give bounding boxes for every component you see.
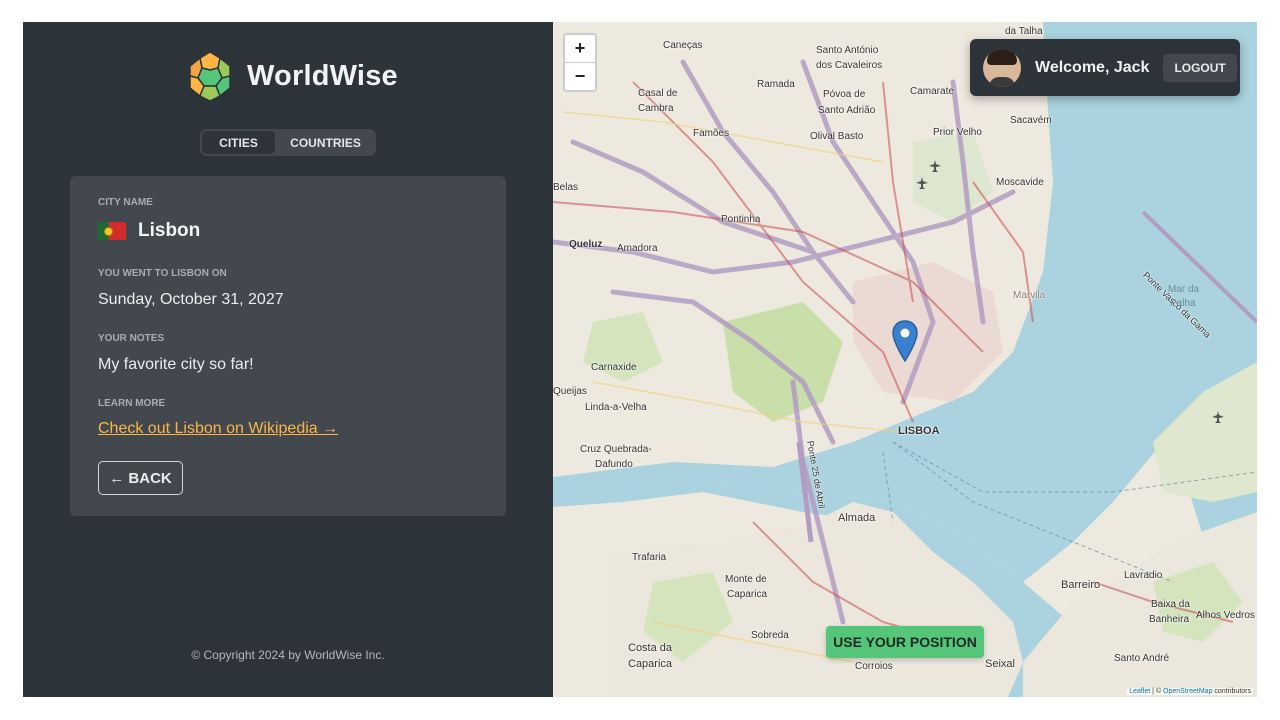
app-layout: WorldWise CITIES COUNTRIES City name Lis… — [23, 22, 1257, 697]
map-label: Amadora — [617, 243, 658, 254]
city-heading: Lisbon — [98, 220, 200, 242]
welcome-text: Welcome, Jack — [1035, 58, 1150, 76]
notes-label: Your notes — [98, 333, 165, 344]
map-label: da Talha — [1005, 26, 1043, 37]
map-label: Queluz — [569, 239, 603, 250]
avatar — [983, 48, 1021, 87]
map-label: Caparica — [727, 589, 768, 600]
zoom-out-button[interactable]: − — [565, 62, 595, 90]
tab-nav: CITIES COUNTRIES — [200, 129, 376, 156]
zoom-control: + − — [563, 33, 597, 92]
map-label: Ramada — [757, 79, 795, 90]
use-position-button[interactable]: USE YOUR POSITION — [826, 626, 984, 658]
map-label: Sobreda — [751, 630, 789, 641]
map-label: Lavradio — [1124, 570, 1163, 581]
map-label: Seixal — [985, 658, 1015, 670]
map-label: Famões — [693, 128, 730, 139]
map-label: Caneças — [663, 40, 703, 51]
map-label: Banheira — [1149, 614, 1190, 625]
map-label: Barreiro — [1061, 579, 1101, 591]
copyright: © Copyright 2024 by WorldWise Inc. — [191, 648, 385, 662]
map-label: Pontinha — [721, 214, 761, 225]
map-label: Prior Velho — [933, 127, 982, 138]
tab-cities[interactable]: CITIES — [202, 131, 275, 154]
brand-name: WorldWise — [247, 59, 398, 92]
map-label: Dafundo — [595, 459, 633, 470]
map-marker-icon[interactable] — [892, 320, 918, 362]
city-details-card: City name Lisbon You went to Lisbon on S… — [70, 176, 506, 516]
map-label: Almada — [838, 512, 876, 524]
map-label: Monte de — [725, 574, 767, 585]
city-name-label: City name — [98, 197, 153, 208]
map-label: Sacavém — [1010, 115, 1052, 126]
city-name: Lisbon — [138, 220, 201, 241]
notes-text: My favorite city so far! — [98, 356, 254, 373]
map-label: Linda-a-Velha — [585, 402, 647, 413]
map-label: Belas — [553, 182, 579, 193]
tab-countries[interactable]: COUNTRIES — [275, 129, 376, 156]
map[interactable]: da Talha Caneças Santo António dos Caval… — [553, 22, 1257, 697]
map-label: Costa da — [628, 642, 673, 654]
back-button[interactable]: ← BACK — [98, 461, 183, 495]
attribution-separator: | © — [1150, 688, 1164, 695]
map-label: Carnaxide — [591, 362, 637, 373]
map-label: Marvila — [1013, 290, 1046, 301]
map-label: Santo Adrião — [818, 105, 876, 116]
logo[interactable]: WorldWise — [184, 50, 398, 102]
map-label: Corroios — [855, 661, 893, 672]
map-label: Santo António — [816, 45, 879, 56]
map-label: Casal de — [638, 88, 678, 99]
map-label: Póvoa de — [823, 89, 866, 100]
logout-button[interactable]: LOGOUT — [1163, 53, 1237, 82]
map-label: Camarate — [910, 86, 954, 97]
attribution-tail: contributors — [1212, 688, 1251, 695]
date-label: You went to Lisbon on — [98, 268, 227, 279]
globe-logo-icon — [185, 51, 235, 102]
map-label: Olival Basto — [810, 131, 864, 142]
map-label: LISBOA — [898, 425, 940, 437]
map-label: Caparica — [628, 658, 673, 670]
airport-icon — [916, 177, 928, 189]
map-label: dos Cavaleiros — [816, 60, 883, 71]
portugal-flag-icon — [98, 222, 126, 240]
visit-date: Sunday, October 31, 2027 — [98, 291, 284, 308]
map-label: Moscavide — [996, 177, 1044, 188]
airport-icon — [1212, 411, 1224, 423]
learn-more-label: Learn more — [98, 398, 166, 409]
map-label: Cruz Quebrada- — [580, 444, 652, 455]
zoom-in-button[interactable]: + — [565, 35, 595, 62]
map-label: Queijas — [553, 386, 587, 397]
map-label: Santo André — [1114, 653, 1170, 664]
map-label: Cambra — [638, 103, 674, 114]
map-label: Alhos Vedros — [1196, 610, 1255, 621]
user-panel: Welcome, Jack LOGOUT — [970, 39, 1240, 96]
map-label: Trafaria — [632, 552, 667, 563]
map-label: Palha — [1170, 298, 1196, 309]
sidebar: WorldWise CITIES COUNTRIES City name Lis… — [23, 22, 553, 697]
airport-icon — [929, 160, 941, 172]
openstreetmap-link[interactable]: OpenStreetMap — [1163, 688, 1212, 695]
map-label: Mar da — [1168, 284, 1200, 295]
wikipedia-link[interactable]: Check out Lisbon on Wikipedia → — [98, 420, 338, 438]
map-attribution: Leaflet | © OpenStreetMap contributors — [1127, 688, 1253, 695]
map-label: Baixa da — [1151, 599, 1190, 610]
leaflet-link[interactable]: Leaflet — [1129, 688, 1150, 695]
